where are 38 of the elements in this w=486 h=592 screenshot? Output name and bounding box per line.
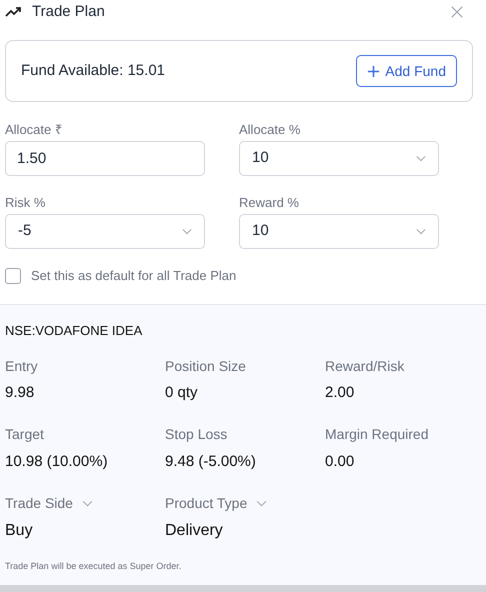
fund-available-text: Fund Available: 15.01	[21, 60, 166, 81]
field-label: Allocate %	[239, 121, 302, 138]
field-label: Risk %	[5, 194, 46, 211]
chevron-down-icon	[182, 228, 192, 235]
footnote: Trade Plan will be executed as Super Order.	[5, 560, 182, 573]
stat-label: Margin Required	[325, 425, 428, 444]
chevron-down-icon	[256, 500, 268, 506]
chevron-down-icon	[416, 228, 426, 235]
stat-label: Reward/Risk	[325, 356, 404, 376]
select-field[interactable]: -5	[5, 214, 205, 249]
input-field[interactable]: 1.50	[5, 141, 205, 176]
stat-label: Trade Side	[5, 494, 73, 512]
stat-value: 2.00	[325, 383, 356, 403]
panel-title: Trade Plan	[32, 2, 105, 22]
stat-value: 0 qty	[165, 383, 199, 403]
checkbox-label: Set this as default for all Trade Plan	[31, 267, 236, 285]
select-field[interactable]: 10	[239, 141, 439, 176]
add-fund-button[interactable]: Add Fund	[356, 55, 457, 87]
stat-label: Entry	[5, 356, 38, 376]
plus-icon	[367, 64, 380, 78]
stat-value: 9.98	[5, 383, 36, 403]
symbol-title: NSE:VODAFONE IDEA	[5, 322, 144, 340]
stat-value: Buy	[5, 521, 34, 541]
stat-label: Position Size	[165, 356, 246, 376]
checkbox[interactable]	[5, 268, 21, 284]
stat-value: 9.48 (-5.00%)	[165, 452, 257, 472]
field-label: Reward %	[239, 194, 300, 211]
stat-label: Stop Loss	[165, 425, 228, 444]
stat-value: 0.00	[325, 452, 356, 472]
chevron-down-icon	[416, 155, 426, 162]
stat-label: Product Type	[165, 494, 248, 513]
stat-value: 10.98 (10.00%)	[5, 452, 109, 472]
stat-value: Delivery	[165, 521, 224, 541]
chevron-down-icon	[82, 500, 93, 506]
field-label: Allocate ₹	[5, 121, 63, 138]
select-field[interactable]: 10	[239, 214, 439, 249]
trend-up-icon	[5, 6, 23, 18]
stat-label: Target	[5, 425, 44, 444]
